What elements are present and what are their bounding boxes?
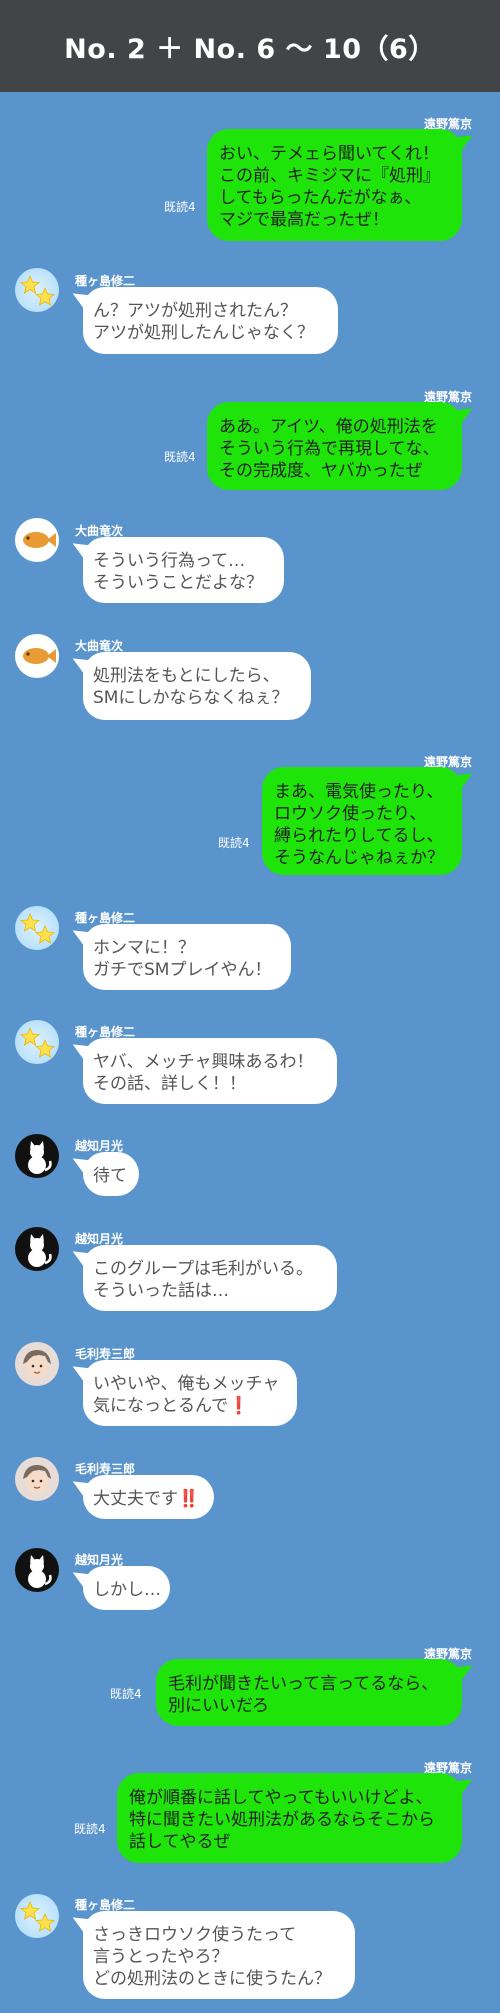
message-bubble[interactable]: しかし… — [83, 1566, 170, 1610]
message-bubble[interactable]: 大丈夫です‼️ — [83, 1475, 214, 1519]
star-avatar-icon[interactable] — [15, 268, 59, 312]
message-bubble[interactable]: ああ。アイツ、俺の処刑法を そういう行為で再現してな、 その完成度、ヤバかったぜ — [207, 402, 462, 490]
chat-header: No. 2 ＋ No. 6 〜 10（6） — [0, 0, 500, 92]
read-receipt: 既読4 — [218, 836, 250, 850]
message-bubble[interactable]: ヤバ、メッチャ興味あるわ！ その話、詳しく！！ — [83, 1038, 337, 1104]
message-bubble[interactable]: ん？アツが処刑されたん？ アツが処刑したんじゃなく？ — [83, 287, 338, 354]
cat-avatar-icon[interactable] — [15, 1134, 59, 1178]
cat-avatar-icon[interactable] — [15, 1227, 59, 1271]
message-bubble[interactable]: おい、テメェら聞いてくれ！ この前、キミジマに『処刑』 してもらったんだがなぁ、… — [207, 129, 462, 241]
message-bubble[interactable]: このグループは毛利がいる。 そういった話は… — [83, 1245, 337, 1311]
read-receipt: 既読4 — [164, 200, 196, 214]
message-bubble[interactable]: 待て — [83, 1152, 139, 1196]
boy-avatar-icon[interactable] — [15, 1342, 59, 1386]
chat-title: No. 2 ＋ No. 6 〜 10（6） — [64, 33, 436, 65]
read-receipt: 既読4 — [74, 1822, 106, 1836]
read-receipt: 既読4 — [110, 1687, 142, 1701]
star-avatar-icon[interactable] — [15, 906, 59, 950]
message-bubble[interactable]: 毛利が聞きたいって言ってるなら、 別にいいだろ — [156, 1659, 462, 1726]
message-bubble[interactable]: まあ、電気使ったり、 ロウソク使ったり、 縛られたりしてるし、 そうなんじゃねぇ… — [262, 767, 462, 875]
taiyaki-avatar-icon[interactable] — [15, 518, 59, 562]
read-receipt: 既読4 — [164, 450, 196, 464]
taiyaki-avatar-icon[interactable] — [15, 634, 59, 678]
message-bubble[interactable]: いやいや、俺もメッチャ 気になっとるんで❗ — [83, 1360, 297, 1426]
message-bubble[interactable]: ホンマに！？ ガチでSMプレイやん！ — [83, 924, 291, 990]
message-bubble[interactable]: 処刑法をもとにしたら、 SMにしかならなくねぇ？ — [83, 652, 311, 720]
star-avatar-icon[interactable] — [15, 1020, 59, 1064]
message-bubble[interactable]: そういう行為って… そういうことだよな？ — [83, 537, 284, 603]
star-avatar-icon[interactable] — [15, 1894, 59, 1938]
message-bubble[interactable]: さっきロウソク使うたって 言うとったやろ？ どの処刑法のときに使うたん？ — [83, 1911, 355, 1999]
boy-avatar-icon[interactable] — [15, 1457, 59, 1501]
cat-avatar-icon[interactable] — [15, 1548, 59, 1592]
message-bubble[interactable]: 俺が順番に話してやってもいいけどよ、 特に聞きたい処刑法があるならそこから 話し… — [117, 1773, 462, 1863]
